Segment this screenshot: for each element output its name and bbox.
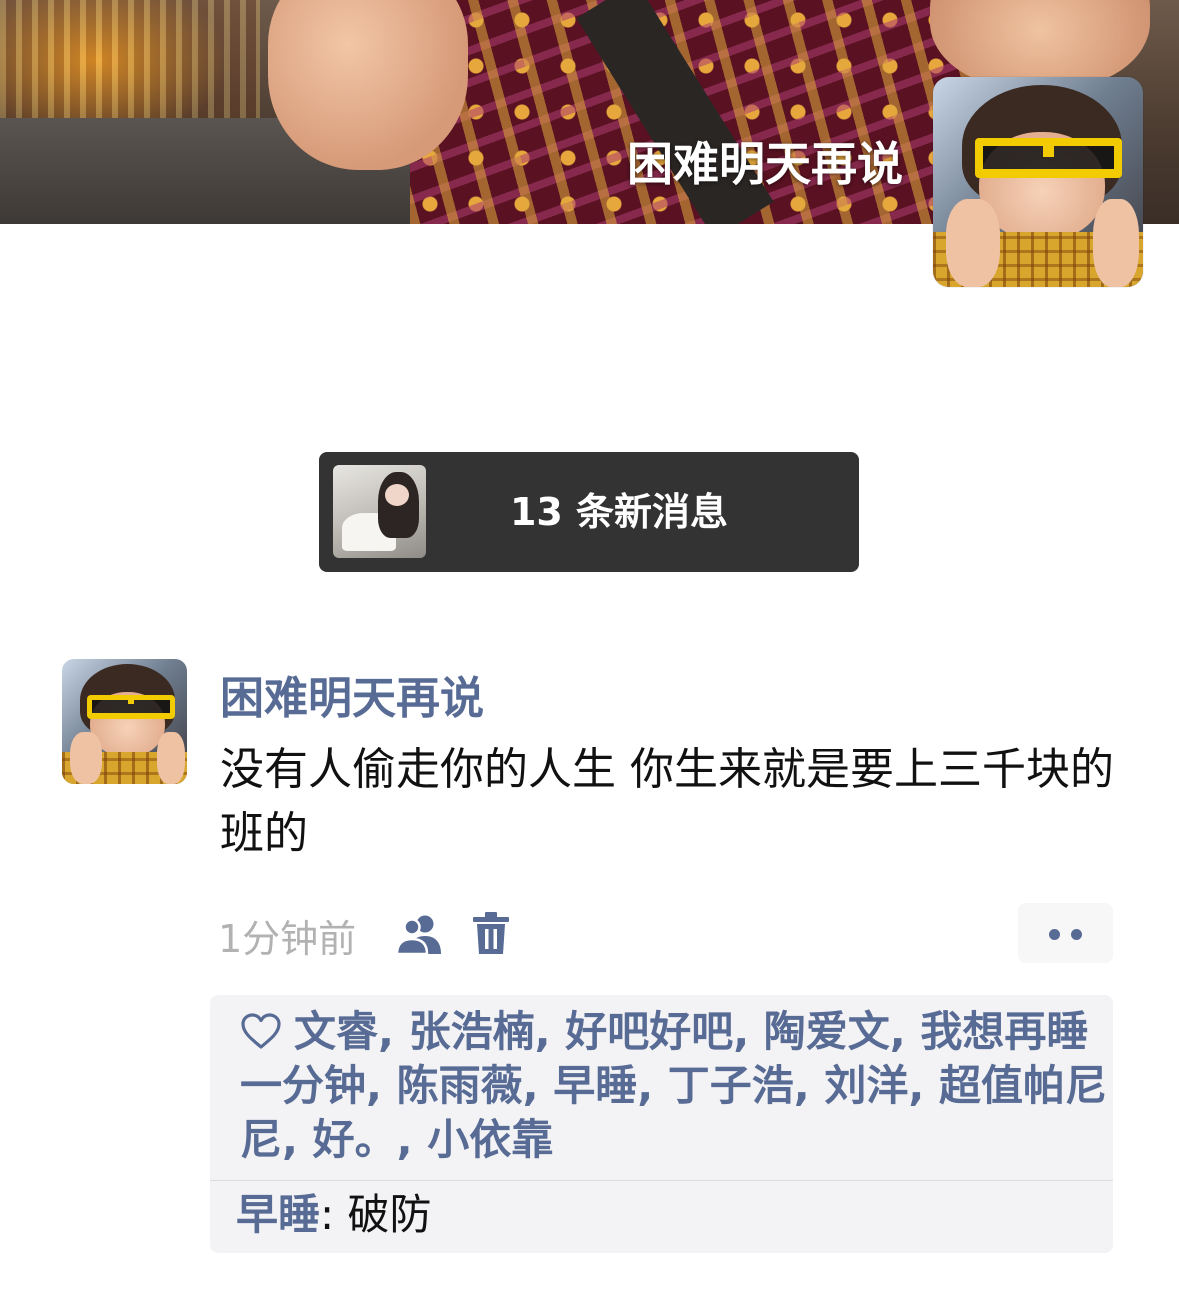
comment-item[interactable]: 早睡: 破防 bbox=[236, 1187, 1106, 1243]
liker-name[interactable]: 陈雨薇 bbox=[397, 1061, 523, 1110]
notice-avatar bbox=[333, 465, 426, 558]
profile-avatar[interactable] bbox=[933, 77, 1143, 287]
liker-name[interactable]: 张浩楠 bbox=[409, 1007, 535, 1056]
liker-name[interactable]: 丁子浩 bbox=[668, 1061, 794, 1110]
new-messages-notice[interactable]: 13 条新消息 bbox=[319, 452, 859, 572]
liker-name[interactable]: 早睡 bbox=[553, 1061, 637, 1110]
liker-name[interactable]: 小依靠 bbox=[427, 1115, 553, 1164]
cover-hand-detail bbox=[268, 0, 468, 170]
profile-name: 困难明天再说 bbox=[627, 137, 903, 191]
comment-author[interactable]: 早睡 bbox=[236, 1190, 320, 1239]
liker-name[interactable]: 好吧好吧 bbox=[565, 1007, 733, 1056]
post-timestamp: 1分钟前 bbox=[218, 917, 357, 961]
post-author-name[interactable]: 困难明天再说 bbox=[220, 662, 484, 726]
interactions-panel: 文睿, 张浩楠, 好吧好吧, 陶爱文, 我想再睡一分钟, 陈雨薇, 早睡, 丁子… bbox=[210, 995, 1113, 1253]
liker-name[interactable]: 好。 bbox=[313, 1115, 397, 1164]
trash-icon[interactable] bbox=[472, 912, 510, 956]
liker-name[interactable]: 文睿 bbox=[294, 1007, 378, 1056]
heart-outline-icon bbox=[241, 1013, 281, 1049]
liker-name[interactable]: 陶爱文 bbox=[764, 1007, 890, 1056]
more-dots-button[interactable] bbox=[1018, 903, 1113, 963]
post-author-avatar[interactable] bbox=[62, 659, 187, 784]
liker-name[interactable]: 刘洋 bbox=[824, 1061, 908, 1110]
likes-list: 文睿, 张浩楠, 好吧好吧, 陶爱文, 我想再睡一分钟, 陈雨薇, 早睡, 丁子… bbox=[240, 1007, 1107, 1164]
post-content: 没有人偷走你的人生 你生来就是要上三千块的班的 bbox=[220, 744, 1114, 859]
friends-icon[interactable] bbox=[395, 912, 443, 956]
cover-fire-detail bbox=[0, 0, 260, 120]
comment-text: 破防 bbox=[347, 1190, 432, 1239]
more-dots-icon bbox=[1049, 929, 1060, 940]
new-messages-label: 13 条新消息 bbox=[509, 490, 729, 534]
likes-comments-divider bbox=[210, 1180, 1113, 1181]
